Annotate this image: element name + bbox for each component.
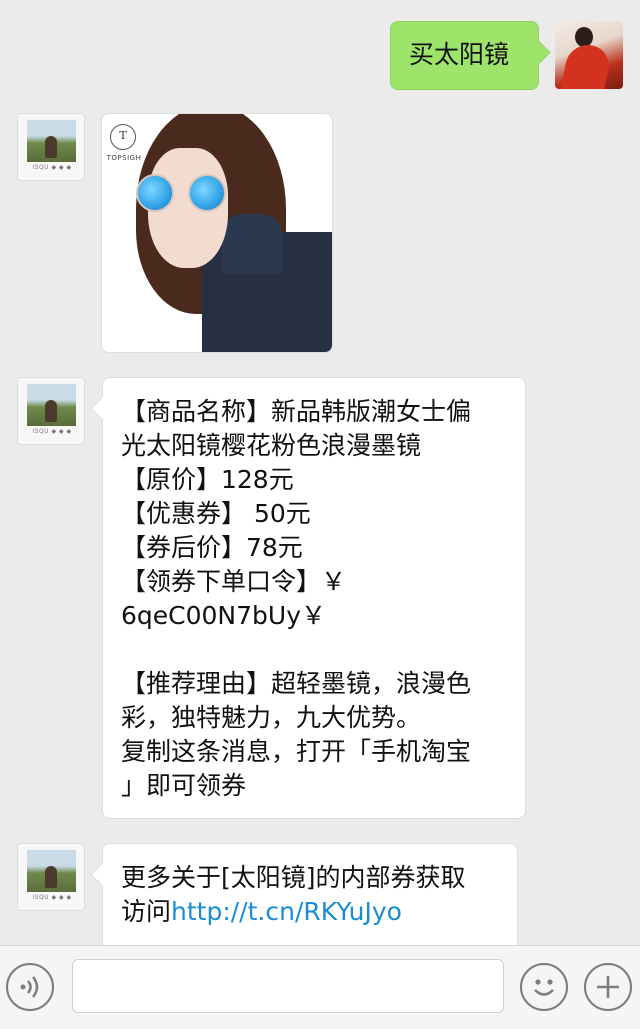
voice-icon-glyph <box>20 976 39 998</box>
avatar-caption: ISQU ◆ ◆ ◆ <box>32 894 72 901</box>
plus-icon[interactable] <box>584 963 632 1011</box>
product-details-text: 【商品名称】新品韩版潮女士偏 光太阳镜樱花粉色浪漫墨镜 【原价】128元 【优惠… <box>121 397 472 800</box>
coupon-link-text: 更多关于[太阳镜]的内部券获取 访问http://t.cn/RKYuJyo <box>121 861 499 929</box>
sunglasses-lens-right <box>188 174 226 212</box>
voice-icon[interactable] <box>6 963 54 1011</box>
avatar-caption: ISQU ◆ ◆ ◆ <box>32 428 72 435</box>
coupon-link-bubble[interactable]: 更多关于[太阳镜]的内部券获取 访问http://t.cn/RKYuJyo <box>102 843 518 945</box>
plus-icon-glyph <box>597 976 619 998</box>
bot-avatar[interactable]: ISQU ◆ ◆ ◆ <box>17 843 85 911</box>
coupon-link[interactable]: http://t.cn/RKYuJyo <box>171 897 402 926</box>
user-avatar[interactable] <box>555 21 623 89</box>
chat-area: 买太阳镜 ISQU ◆ ◆ ◆ T TOPSIGH ISQU ◆ ◆ ◆ 【商品… <box>0 0 640 945</box>
emoji-face-glyph <box>534 979 554 996</box>
avatar-caption: ISQU ◆ ◆ ◆ <box>32 164 72 171</box>
brand-logo-icon: T <box>110 124 136 150</box>
avatar-head <box>575 27 593 47</box>
bot-avatar[interactable]: ISQU ◆ ◆ ◆ <box>17 377 85 445</box>
brand-logo-text: TOPSIGH <box>106 154 142 162</box>
user-message-text: 买太阳镜 <box>409 40 510 69</box>
emoji-icon[interactable] <box>520 963 568 1011</box>
image-collar <box>222 214 282 274</box>
sunglasses-lens-left <box>136 174 174 212</box>
user-message-bubble[interactable]: 买太阳镜 <box>390 21 539 90</box>
product-details-bubble[interactable]: 【商品名称】新品韩版潮女士偏 光太阳镜樱花粉色浪漫墨镜 【原价】128元 【优惠… <box>102 377 526 819</box>
product-image-message[interactable]: T TOPSIGH <box>101 113 333 353</box>
avatar-photo <box>27 850 76 892</box>
chat-input-bar <box>0 945 640 1029</box>
message-input[interactable] <box>72 959 504 1013</box>
avatar-photo <box>27 384 76 426</box>
bot-avatar[interactable]: ISQU ◆ ◆ ◆ <box>17 113 85 181</box>
avatar-dress <box>560 45 614 89</box>
avatar-photo <box>27 120 76 162</box>
